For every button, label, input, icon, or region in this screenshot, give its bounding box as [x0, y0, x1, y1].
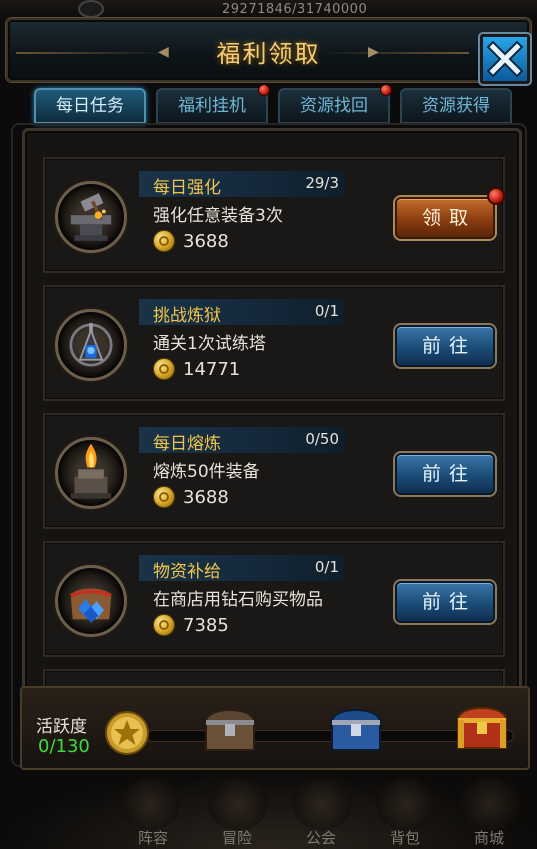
- task-progress: 0/50: [305, 430, 339, 448]
- dialog-title: 福利领取: [216, 40, 321, 68]
- go-button[interactable]: 前往: [395, 581, 495, 623]
- close-icon: [487, 41, 523, 77]
- task-description: 强化任意装备3次: [153, 206, 283, 226]
- activity-value: 0/130: [38, 736, 90, 757]
- task-name-band: 物资补给 0/1: [139, 555, 345, 582]
- task-reward: 7385: [153, 613, 229, 637]
- task-row-supply: 物资补给 0/1 在商店用钻石购买物品 7385 前往: [43, 541, 505, 657]
- close-button[interactable]: [478, 32, 532, 86]
- adventure-nav-icon: [208, 778, 268, 830]
- tab-label: 资源获得: [422, 96, 490, 116]
- shop-nav-icon: [460, 778, 520, 830]
- button-label: 前往: [421, 591, 476, 613]
- anvil-icon: [55, 181, 127, 253]
- tab-label: 资源找回: [300, 96, 368, 116]
- task-progress: 29/3: [305, 174, 339, 192]
- welfare-dialog: ◀ 福利领取 ▶ 每日任务 福利挂机 资源找回 资源获得 每日强化 29/3 强…: [6, 6, 532, 776]
- task-reward: 14771: [153, 357, 240, 381]
- background-bottom-nav: 阵容 冒险 公会 背包 商城: [0, 770, 537, 849]
- task-name: 每日强化: [153, 178, 221, 198]
- task-description: 熔炼50件装备: [153, 462, 260, 482]
- tower-icon: [55, 309, 127, 381]
- guild-nav-icon: [292, 778, 352, 830]
- nav-label-bag: 背包: [390, 829, 421, 847]
- formation-nav-icon: [120, 778, 180, 830]
- task-description: 在商店用钻石购买物品: [153, 590, 323, 610]
- task-progress: 0/1: [314, 558, 339, 576]
- nav-label-shop: 商城: [474, 829, 505, 847]
- notification-dot: [380, 84, 392, 96]
- task-description: 通关1次试练塔: [153, 334, 266, 354]
- task-reward: 3688: [153, 485, 229, 509]
- blue-chest-button[interactable]: [324, 700, 388, 756]
- task-list[interactable]: 每日强化 29/3 强化任意装备3次 3688 领取 挑战炼狱 0/1 通关1次…: [11, 123, 527, 767]
- notification-dot: [258, 84, 270, 96]
- blue-chest-icon: [330, 709, 382, 751]
- go-button[interactable]: 前往: [395, 453, 495, 495]
- wooden-chest-button[interactable]: [198, 700, 262, 756]
- bag-nav-icon: [376, 778, 436, 830]
- task-name-band: 每日熔炼 0/50: [139, 427, 345, 454]
- button-label: 前往: [421, 335, 476, 357]
- title-arrow-right-icon: ▶: [368, 44, 379, 60]
- reward-amount: 14771: [183, 358, 241, 380]
- gold-coin-icon: [153, 486, 175, 508]
- tab-bar: 每日任务 福利挂机 资源找回 资源获得: [6, 84, 531, 128]
- task-name: 物资补给: [153, 562, 221, 582]
- task-progress: 0/1: [314, 302, 339, 320]
- tab-resource-recovery[interactable]: 资源找回: [278, 84, 392, 124]
- tab-label: 每日任务: [56, 96, 124, 116]
- task-name-band: 挑战炼狱 0/1: [139, 299, 345, 326]
- gold-coin-icon: [153, 358, 175, 380]
- go-button[interactable]: 前往: [395, 325, 495, 367]
- activity-star-icon: [105, 711, 149, 755]
- notification-dot: [487, 187, 505, 205]
- claim-button[interactable]: 领取: [395, 187, 505, 239]
- furnace-icon: [55, 437, 127, 509]
- task-row-daily-smelt: 每日熔炼 0/50 熔炼50件装备 3688 前往: [43, 413, 505, 529]
- activity-bar: 活跃度 0/130: [20, 686, 530, 770]
- task-name-band: 每日强化 29/3: [139, 171, 345, 198]
- task-reward: 3688: [153, 229, 229, 253]
- tab-welfare-idle[interactable]: 福利挂机: [156, 84, 270, 124]
- wooden-chest-icon: [204, 709, 256, 751]
- tab-label: 福利挂机: [178, 96, 246, 116]
- tab-resource-gain[interactable]: 资源获得: [400, 88, 512, 124]
- task-name: 挑战炼狱: [153, 306, 221, 326]
- gold-coin-icon: [153, 614, 175, 636]
- task-name: 每日熔炼: [153, 434, 221, 454]
- gold-chest-icon: [456, 707, 508, 749]
- gold-coin-icon: [153, 230, 175, 252]
- button-label: 领取: [421, 207, 476, 229]
- activity-label: 活跃度: [36, 717, 87, 737]
- task-row-daily-enhance: 每日强化 29/3 强化任意装备3次 3688 领取: [43, 157, 505, 273]
- nav-label-adventure: 冒险: [222, 829, 253, 847]
- reward-amount: 3688: [183, 230, 229, 252]
- reward-amount: 7385: [183, 614, 229, 636]
- gold-chest-button[interactable]: [450, 698, 514, 754]
- diamond-bag-icon: [55, 565, 127, 637]
- tab-daily-tasks[interactable]: 每日任务: [34, 88, 146, 124]
- dialog-title-bar: ◀ 福利领取 ▶: [6, 18, 532, 86]
- nav-label-guild: 公会: [306, 829, 337, 847]
- nav-label-formation: 阵容: [138, 829, 169, 847]
- button-label: 前往: [421, 463, 476, 485]
- reward-amount: 3688: [183, 486, 229, 508]
- task-row-challenge-purgatory: 挑战炼狱 0/1 通关1次试练塔 14771 前往: [43, 285, 505, 401]
